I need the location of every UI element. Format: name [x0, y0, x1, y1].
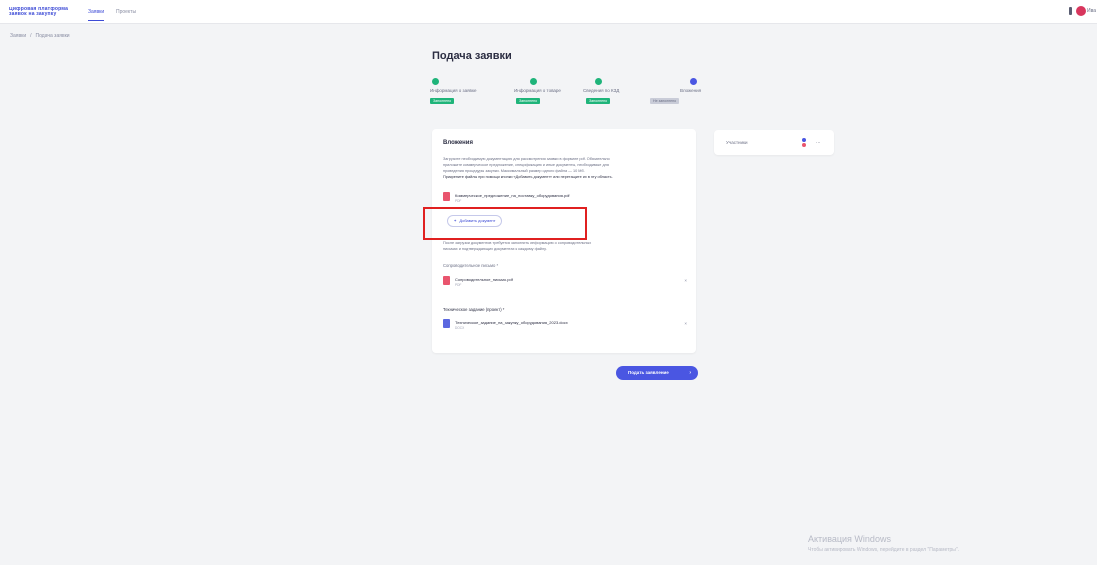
tab-applications[interactable]: Заявки [88, 9, 105, 21]
doc-file-icon [443, 319, 450, 328]
description-line: Прикрепите файлы при помощи кнопки «Доба… [443, 175, 613, 179]
breadcrumb-separator: / [30, 33, 32, 39]
description-line: проведения процедуры закупки. Максимальн… [443, 169, 585, 173]
description-line: приложите коммерческое предложение, спец… [443, 163, 609, 167]
step-dot [432, 78, 439, 85]
arrow-right-icon: › [689, 370, 691, 376]
file-name: Сопроводительное_письмо.pdf [455, 277, 513, 282]
user-name[interactable]: Ива [1087, 8, 1096, 14]
avatar[interactable] [1076, 6, 1086, 16]
step-dot [595, 78, 602, 85]
attachment-file-row[interactable]: Коммерческое_предложение_на_поставку_обо… [443, 192, 687, 203]
page-title: Подача заявки [432, 50, 512, 62]
watermark-title: Активация Windows [808, 534, 891, 544]
highlight-annotation [423, 207, 587, 240]
remove-file-icon[interactable]: × [684, 278, 687, 283]
file-type: DOCX [455, 326, 465, 330]
submit-application-button[interactable]: Подать заявление › [616, 366, 698, 380]
step-status-badge: Заполнено [516, 98, 541, 104]
step-status-badge: Заполнено [430, 98, 455, 104]
step-label: Сведения по КЗД [583, 88, 620, 93]
step-label: Информация о заявке [430, 88, 477, 93]
cover-letter-file-row[interactable]: Сопроводительное_письмо.pdf PDF × [443, 276, 687, 287]
tab-projects[interactable]: Проекты [116, 9, 136, 15]
pdf-file-icon [443, 192, 450, 201]
step-dot [690, 78, 697, 85]
watermark-subtitle: Чтобы активировать Windows, перейдите в … [808, 547, 960, 553]
logo-line-2: заявок на закупку [9, 11, 57, 17]
participants-panel[interactable]: Участники ⋯ [714, 130, 834, 155]
step-label: Вложения [680, 88, 702, 93]
participants-avatars-icon [802, 138, 808, 148]
step-dot [530, 78, 537, 85]
file-type: PDF [455, 199, 462, 203]
top-navigation-bar: Цифровая платформа заявок на закупку Зая… [0, 0, 1097, 24]
remove-file-icon[interactable]: × [684, 321, 687, 326]
file-type: PDF [455, 283, 462, 287]
step-label: Информация о товаре [514, 88, 561, 93]
pdf-file-icon [443, 276, 450, 285]
breadcrumb-item-applications[interactable]: Заявки [10, 33, 26, 39]
breadcrumb: Заявки / Подача заявки [10, 33, 70, 39]
note-line: После загрузки документов требуется запо… [443, 241, 592, 245]
file-name: Коммерческое_предложение_на_поставку_обо… [455, 193, 570, 198]
windows-activation-watermark: Активация Windows Чтобы активировать Win… [808, 534, 959, 553]
participants-label: Участники [726, 140, 748, 145]
avatar-dot [802, 143, 806, 147]
attachments-card: Вложения Загрузите необходимую документа… [432, 129, 696, 353]
breadcrumb-item-current: Подача заявки [35, 33, 70, 39]
app-logo[interactable]: Цифровая платформа заявок на закупку [9, 7, 71, 17]
more-icon[interactable]: ⋯ [816, 140, 821, 146]
file-name: Техническое_задание_на_закупку_оборудова… [455, 320, 568, 325]
submit-label: Подать заявление [628, 370, 669, 375]
description-line: Загрузите необходимую документацию для р… [443, 157, 610, 161]
technical-task-file-row[interactable]: Техническое_задание_на_закупку_оборудова… [443, 319, 687, 330]
avatar-dot [802, 138, 806, 142]
notification-icon[interactable] [1069, 7, 1072, 15]
card-title: Вложения [443, 140, 473, 146]
note-line: письмах и подтверждающих документах к ка… [443, 247, 547, 251]
technical-task-label: Техническое задание (проект) * [443, 307, 505, 312]
step-status-badge: Заполнено [586, 98, 611, 104]
cover-letter-label: Сопроводительное письмо * [443, 263, 499, 268]
progress-stepper: Информация о заявке Заполнено Информация… [428, 78, 702, 108]
step-status-badge: Не заполнено [650, 98, 680, 104]
